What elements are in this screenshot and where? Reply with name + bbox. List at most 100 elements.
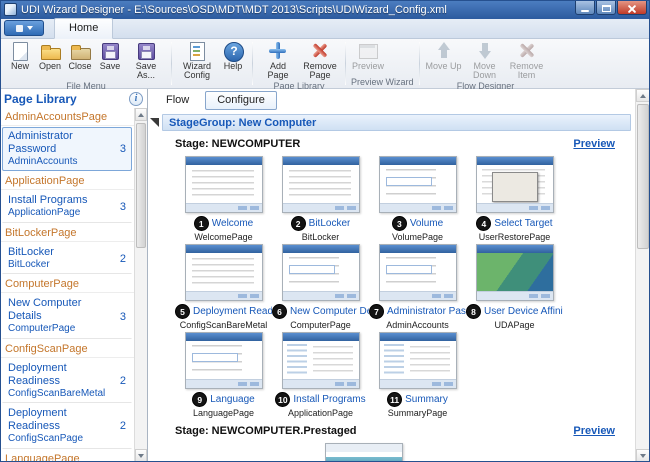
thumbnail-body [477,253,553,291]
scroll-up-icon [640,94,646,98]
thumbnail-body [186,165,262,203]
main-scrollbar[interactable] [635,89,650,462]
save-button[interactable]: Save [95,41,125,71]
tab-home[interactable]: Home [54,18,113,39]
page-card-partial[interactable] [315,443,412,462]
wizard-config-button[interactable]: Wizard Config [176,41,218,81]
add-page-button[interactable]: Add Page [257,41,299,81]
page-title: User Device Affinity [484,306,563,317]
stage-preview-link[interactable]: Preview [573,138,615,150]
page-title: Welcome [212,218,254,229]
page-subtitle: UserRestorePage [479,232,551,242]
scroll-up-button[interactable] [636,89,650,102]
page-card[interactable]: 1 Welcome WelcomePage [175,156,272,242]
ribbon-group-separator [419,42,420,85]
thumbnail-buttonbar [283,291,359,300]
page-number-badge: 9 [192,392,207,407]
application-menu-button[interactable] [4,20,44,36]
save-as-button[interactable]: Save As... [125,41,167,81]
collapse-stagegroup-icon[interactable] [150,118,159,127]
page-card[interactable]: 10 Install Programs ApplicationPage [272,332,369,418]
page-caption: 5 Deployment Readiness [175,304,272,319]
scroll-down-button[interactable] [135,449,147,462]
page-card[interactable]: 3 Volume VolumePage [369,156,466,242]
open-button[interactable]: Open [35,41,65,71]
page-thumbnail [379,244,457,301]
page-title: BitLocker [309,218,351,229]
info-icon[interactable] [129,92,143,106]
library-item-subtitle: ConfigScanPage [8,433,111,445]
minimize-button[interactable] [575,0,595,15]
page-number-badge: 5 [175,304,190,319]
library-page-item[interactable]: Deployment Readiness ConfigScanPage 2 [2,404,132,448]
close-button[interactable] [617,0,647,15]
thumbnail-body [380,253,456,291]
library-item-title: Install Programs [8,194,111,207]
ribbon-button-label: Preview [352,62,384,71]
thumbnail-buttonbar [186,291,262,300]
page-card[interactable]: 7 Administrator Passw... AdminAccounts [369,244,466,330]
ribbon-button-label: Remove Item [508,62,546,81]
page-caption: 1 Welcome [194,216,254,231]
tab-configure[interactable]: Configure [205,91,277,110]
ribbon-group: Move Up Move Down Remove Item Flow Desig… [421,39,551,88]
library-item-count-badge: 3 [120,201,126,213]
save-icon [97,41,123,61]
thumbnail-titlebar [326,444,402,452]
tab-flow[interactable]: Flow [154,91,201,110]
scroll-up-icon [138,113,144,117]
stage-preview-link[interactable]: Preview [573,425,615,437]
library-page-item[interactable]: Deployment Readiness ConfigScanBareMetal… [2,359,132,403]
page-card[interactable]: 2 BitLocker BitLocker [272,156,369,242]
chevron-down-icon [27,26,33,30]
scroll-up-button[interactable] [135,108,147,121]
library-page-item[interactable]: BitLocker BitLocker 2 [2,243,132,274]
new-button[interactable]: New [5,41,35,71]
page-title: New Computer Details [290,306,369,317]
help-icon [220,41,246,61]
library-item-subtitle: ConfigScanBareMetal [8,388,111,400]
library-page-item[interactable]: New Computer Details ComputerPage 3 [2,294,132,338]
library-group-name: BitLockerPage [5,227,77,239]
page-thumbnail [379,332,457,389]
page-card[interactable]: 4 Select Target UserRestorePage [466,156,563,242]
thumbnail-titlebar [186,245,262,253]
ribbon-button-label: Move Up [426,62,462,71]
app-icon [4,3,17,16]
scrollbar-thumb[interactable] [136,123,146,248]
ribbon-group-label [173,81,251,88]
page-thumbnail [325,443,403,462]
page-caption: 11 Summary [387,392,448,407]
page-caption: 3 Volume [392,216,443,231]
remove-page-button[interactable]: Remove Page [299,41,341,81]
page-card[interactable]: 8 User Device Affinity UDAPage [466,244,563,330]
thumbnail-buttonbar [283,379,359,388]
scroll-down-button[interactable] [636,449,650,462]
ribbon-button-label: New [11,62,29,71]
library-group-computerpage: ComputerPage [0,275,134,293]
library-page-item[interactable]: Administrator Password AdminAccounts 3 [2,127,132,171]
scrollbar-thumb[interactable] [637,104,649,249]
stagegroup-header-row: StageGroup: New Computer [150,114,631,131]
page-subtitle: LanguagePage [193,408,254,418]
thumbnail-titlebar [283,157,359,165]
page-library-list: AdminAccountsPage Administrator Password… [0,108,134,462]
window-controls [575,0,647,15]
help-button[interactable]: Help [218,41,248,71]
sidebar-scrollbar[interactable] [134,108,147,462]
stagegroup-header[interactable]: StageGroup: New Computer [162,114,631,131]
close-button[interactable]: Close [65,41,95,71]
thumbnail-titlebar [283,245,359,253]
move-down-icon [472,41,498,61]
thumbnail-buttonbar [283,203,359,212]
library-page-item[interactable]: Install Programs ApplicationPage 3 [2,191,132,222]
flow-canvas: Stage: NEWCOMPUTER Preview 1 Welcome Wel… [148,135,635,462]
maximize-button[interactable] [596,0,616,15]
page-card[interactable]: 6 New Computer Details ComputerPage [272,244,369,330]
page-card[interactable]: 11 Summary SummaryPage [369,332,466,418]
ribbon-button-label: Add Page [259,62,297,81]
page-card[interactable]: 9 Language LanguagePage [175,332,272,418]
page-subtitle: ApplicationPage [288,408,353,418]
page-title: Administrator Passw... [387,306,466,317]
page-card[interactable]: 5 Deployment Readiness ConfigScanBareMet… [175,244,272,330]
